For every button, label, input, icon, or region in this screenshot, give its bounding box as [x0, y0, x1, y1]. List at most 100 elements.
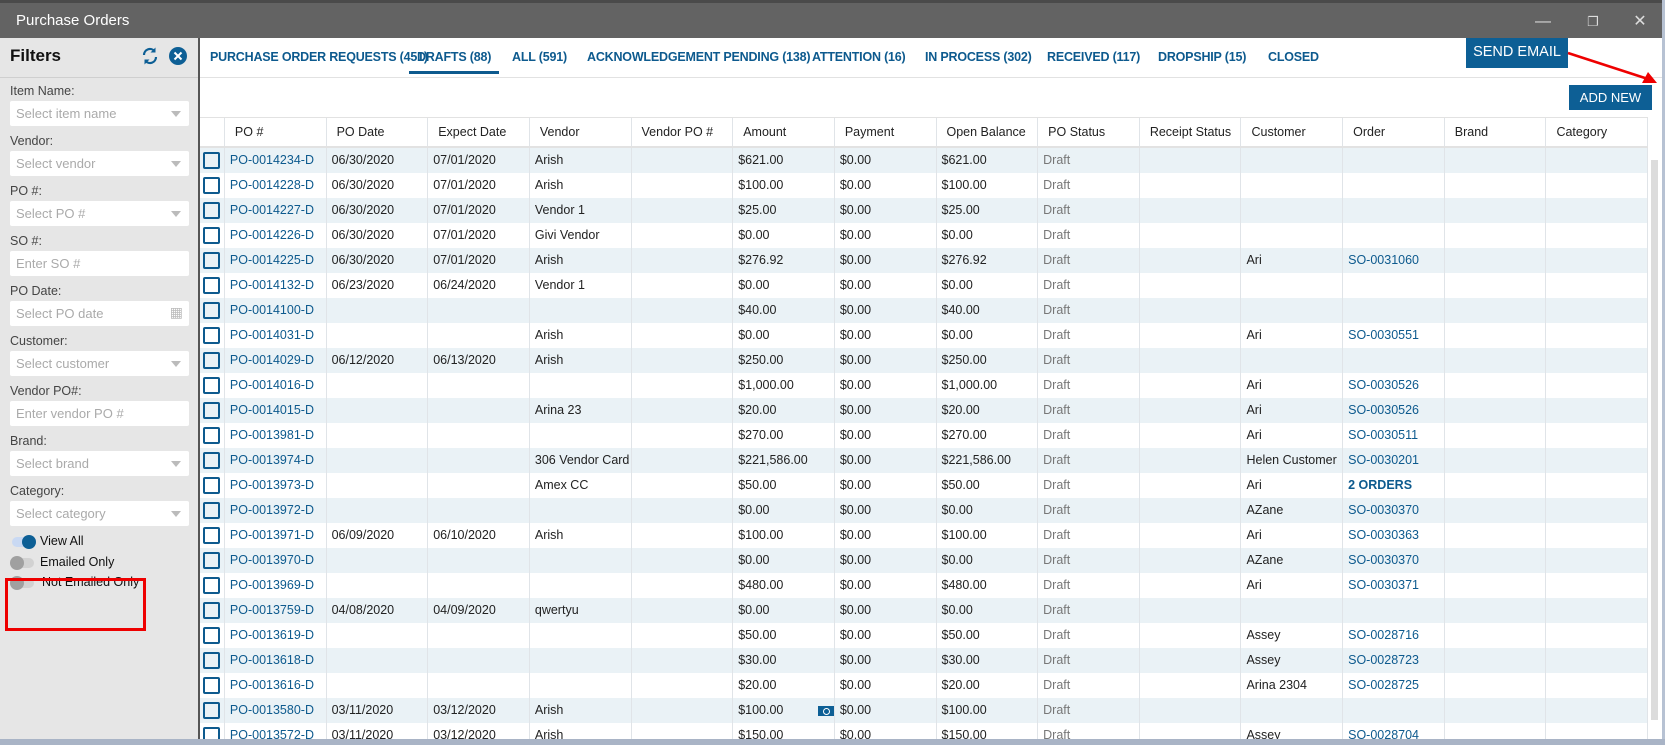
po-number-link[interactable]: PO-0013618-D	[230, 653, 314, 667]
row-checkbox[interactable]	[203, 427, 220, 444]
order-link[interactable]: SO-0030363	[1348, 528, 1419, 542]
order-link[interactable]: SO-0028716	[1348, 628, 1419, 642]
row-checkbox[interactable]	[203, 227, 220, 244]
filter-category-input[interactable]: Select category	[10, 501, 189, 526]
row-checkbox[interactable]	[203, 727, 220, 739]
row-checkbox[interactable]	[203, 677, 220, 694]
filter-vendorpo-input[interactable]: Enter vendor PO #	[10, 401, 189, 426]
table-row[interactable]: PO-0013572-D 03/11/2020 03/12/2020 Arish $15…	[200, 723, 1649, 739]
column-header-payment[interactable]: Payment	[835, 118, 937, 146]
table-row[interactable]: PO-0014029-D 06/12/2020 06/13/2020 Arish $25…	[200, 348, 1649, 373]
po-number-link[interactable]: PO-0014132-D	[230, 278, 314, 292]
column-header-brand[interactable]: Brand	[1445, 118, 1547, 146]
row-checkbox[interactable]	[203, 402, 220, 419]
po-number-link[interactable]: PO-0014015-D	[230, 403, 314, 417]
order-link[interactable]: SO-0030526	[1348, 403, 1419, 417]
po-number-link[interactable]: PO-0013974-D	[230, 453, 314, 467]
column-header-open-balance[interactable]: Open Balance	[937, 118, 1039, 146]
table-row[interactable]: PO-0013974-D 306 Vendor Card $221,586.00 $0…	[200, 448, 1649, 473]
column-header-category[interactable]: Category	[1546, 118, 1649, 146]
row-checkbox[interactable]	[203, 602, 220, 619]
table-row[interactable]: PO-0014016-D $1,000.00 $0.00 $1,000.00 Draft…	[200, 373, 1649, 398]
row-checkbox[interactable]	[203, 577, 220, 594]
filter-customer-input[interactable]: Select customer	[10, 351, 189, 376]
table-row[interactable]: PO-0014031-D Arish $0.00 $0.00 $0.00 Draft Ari…	[200, 323, 1649, 348]
tab-all[interactable]: ALL (591)	[512, 50, 567, 64]
table-row[interactable]: PO-0014015-D Arina 23 $20.00 $0.00 $20.00 Dra…	[200, 398, 1649, 423]
row-checkbox[interactable]	[203, 552, 220, 569]
column-header-order[interactable]: Order	[1343, 118, 1445, 146]
vertical-scrollbar[interactable]	[1651, 160, 1658, 720]
filter-itemname-input[interactable]: Select item name	[10, 101, 189, 126]
table-row[interactable]: PO-0013580-D 03/11/2020 03/12/2020 Arish $10…	[200, 698, 1649, 723]
column-header-expect-date[interactable]: Expect Date	[428, 118, 530, 146]
table-row[interactable]: PO-0014100-D $40.00 $0.00 $40.00 Draft	[200, 298, 1649, 323]
table-row[interactable]: PO-0014226-D 06/30/2020 07/01/2020 Givi Ven…	[200, 223, 1649, 248]
filter-po-input[interactable]: Select PO #	[10, 201, 189, 226]
row-checkbox[interactable]	[203, 352, 220, 369]
order-link[interactable]: SO-0028704	[1348, 728, 1419, 739]
row-checkbox[interactable]	[203, 152, 220, 169]
row-checkbox[interactable]	[203, 177, 220, 194]
po-number-link[interactable]: PO-0013572-D	[230, 728, 314, 739]
order-link[interactable]: SO-0028723	[1348, 653, 1419, 667]
po-number-link[interactable]: PO-0013969-D	[230, 578, 314, 592]
table-row[interactable]: PO-0013972-D $0.00 $0.00 $0.00 Draft AZane SO-…	[200, 498, 1649, 523]
column-header-amount[interactable]: Amount	[733, 118, 835, 146]
row-checkbox[interactable]	[203, 377, 220, 394]
table-row[interactable]: PO-0013970-D $0.00 $0.00 $0.00 Draft AZane SO-…	[200, 548, 1649, 573]
row-checkbox[interactable]	[203, 652, 220, 669]
table-row[interactable]: PO-0013618-D $30.00 $0.00 $30.00 Draft Assey S…	[200, 648, 1649, 673]
row-checkbox[interactable]	[203, 452, 220, 469]
order-link[interactable]: SO-0031060	[1348, 253, 1419, 267]
column-header-po-date[interactable]: PO Date	[327, 118, 429, 146]
close-icon[interactable]: ✕	[1620, 9, 1660, 35]
po-number-link[interactable]: PO-0013973-D	[230, 478, 314, 492]
order-link[interactable]: SO-0030370	[1348, 503, 1419, 517]
row-checkbox[interactable]	[203, 477, 220, 494]
column-header-po[interactable]: PO #	[225, 118, 327, 146]
order-link[interactable]: SO-0030201	[1348, 453, 1419, 467]
row-checkbox[interactable]	[203, 202, 220, 219]
table-row[interactable]: PO-0013619-D $50.00 $0.00 $50.00 Draft Assey S…	[200, 623, 1649, 648]
po-number-link[interactable]: PO-0013972-D	[230, 503, 314, 517]
minimize-icon[interactable]: —	[1523, 9, 1563, 35]
po-number-link[interactable]: PO-0013580-D	[230, 703, 314, 717]
filter-so-input[interactable]: Enter SO #	[10, 251, 189, 276]
po-number-link[interactable]: PO-0013970-D	[230, 553, 314, 567]
row-checkbox[interactable]	[203, 502, 220, 519]
po-number-link[interactable]: PO-0013759-D	[230, 603, 314, 617]
filter-podate-input[interactable]: Select PO date ▦	[10, 301, 189, 326]
po-number-link[interactable]: PO-0013971-D	[230, 528, 314, 542]
payment-cash-icon[interactable]	[818, 705, 834, 716]
po-number-link[interactable]: PO-0013619-D	[230, 628, 314, 642]
order-link[interactable]: SO-0030551	[1348, 328, 1419, 342]
row-checkbox[interactable]	[203, 327, 220, 344]
row-checkbox[interactable]	[203, 702, 220, 719]
order-link[interactable]: SO-0028725	[1348, 678, 1419, 692]
table-row[interactable]: PO-0013759-D 04/08/2020 04/09/2020 qwertyu $…	[200, 598, 1649, 623]
tab-drafts[interactable]: DRAFTS (88)	[409, 50, 500, 74]
table-row[interactable]: PO-0014225-D 06/30/2020 07/01/2020 Arish $27…	[200, 248, 1649, 273]
order-link[interactable]: SO-0030511	[1348, 428, 1418, 442]
table-row[interactable]: PO-0013616-D $20.00 $0.00 $20.00 Draft Arina …	[200, 673, 1649, 698]
tab-attention[interactable]: ATTENTION (16)	[812, 50, 906, 64]
send-email-button[interactable]: SEND EMAIL	[1466, 38, 1568, 68]
po-number-link[interactable]: PO-0014029-D	[230, 353, 314, 367]
po-number-link[interactable]: PO-0014234-D	[230, 153, 314, 167]
clear-filters-icon[interactable]	[168, 46, 188, 66]
tab-in-process[interactable]: IN PROCESS (302)	[925, 50, 1032, 64]
filter-vendor-input[interactable]: Select vendor	[10, 151, 189, 176]
column-header-receipt-status[interactable]: Receipt Status	[1140, 118, 1242, 146]
toggle-view-all[interactable]	[12, 535, 36, 549]
table-row[interactable]: PO-0014227-D 06/30/2020 07/01/2020 Vendor 1…	[200, 198, 1649, 223]
filter-brand-input[interactable]: Select brand	[10, 451, 189, 476]
table-row[interactable]: PO-0014132-D 06/23/2020 06/24/2020 Vendor 1…	[200, 273, 1649, 298]
refresh-icon[interactable]	[140, 46, 160, 66]
table-row[interactable]: PO-0014234-D 06/30/2020 07/01/2020 Arish $62…	[200, 148, 1649, 173]
po-number-link[interactable]: PO-0014016-D	[230, 378, 314, 392]
row-checkbox[interactable]	[203, 302, 220, 319]
tab-dropship[interactable]: DROPSHIP (15)	[1158, 50, 1246, 64]
po-number-link[interactable]: PO-0014225-D	[230, 253, 314, 267]
table-row[interactable]: PO-0013969-D $480.00 $0.00 $480.00 Draft Ari S…	[200, 573, 1649, 598]
